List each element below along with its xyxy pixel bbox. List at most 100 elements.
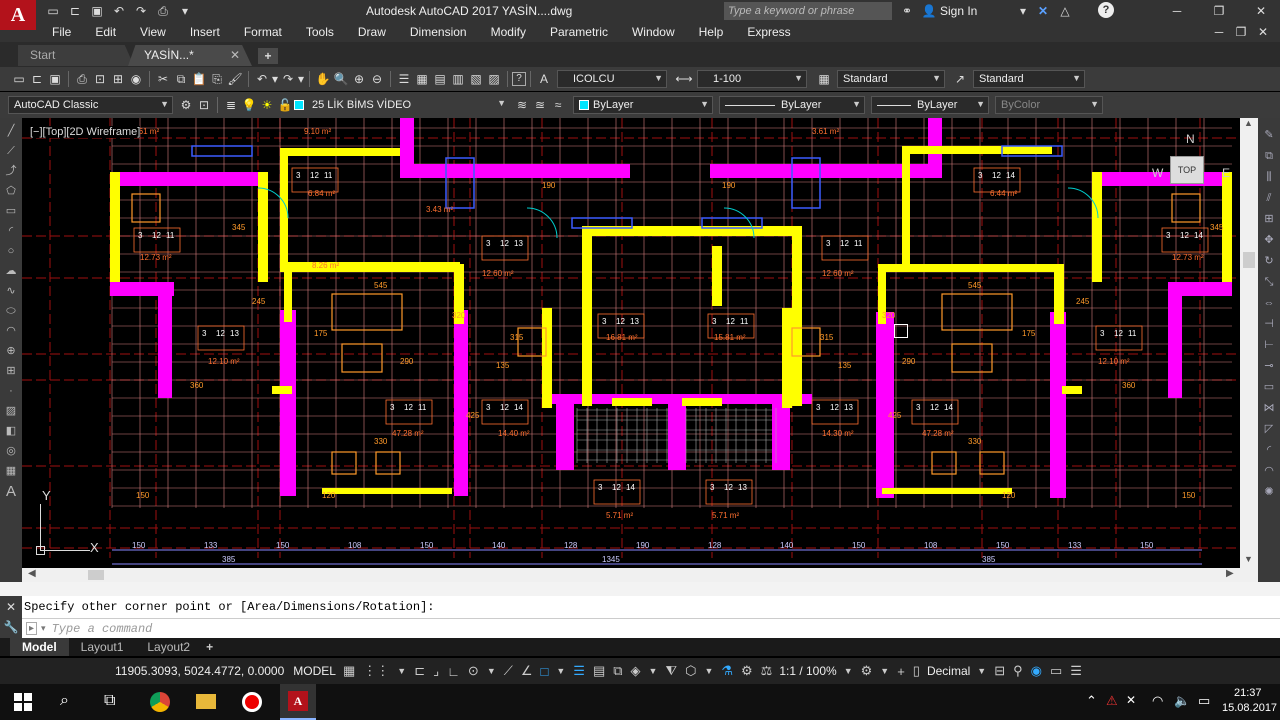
pan-icon[interactable]: ✋ (314, 70, 332, 88)
sign-in-link[interactable]: Sign In (940, 4, 977, 18)
new-tab-button[interactable]: + (258, 48, 278, 64)
publish-icon[interactable]: ⊞ (109, 70, 127, 88)
scale-icon[interactable]: ⤡ (1260, 273, 1278, 291)
redo-dropdown-icon[interactable]: ▾ (297, 70, 305, 88)
lineweight-display-icon[interactable]: ☰ (573, 663, 585, 679)
layer-on-icon[interactable]: 💡 (240, 96, 258, 114)
extend-icon[interactable]: ⊢ (1260, 336, 1278, 354)
region-icon[interactable]: ◎ (2, 442, 20, 460)
menu-express[interactable]: Express (747, 25, 790, 39)
tab-active-drawing[interactable]: YASİN...* ✕ (128, 45, 252, 66)
help-icon[interactable]: ? (1098, 2, 1114, 18)
file-explorer-icon[interactable] (196, 694, 216, 709)
line-icon[interactable]: ╱ (2, 122, 20, 140)
clock-date[interactable]: 15.08.2017 (1222, 702, 1277, 714)
auto-scale-icon[interactable]: ⚙ (741, 663, 753, 679)
array-icon[interactable]: ⊞ (1260, 210, 1278, 228)
add-layout-icon[interactable]: + (206, 640, 213, 654)
annotation-scale-icon[interactable]: ⚖ (761, 663, 773, 679)
construction-line-icon[interactable]: ⟋ (2, 142, 20, 160)
redo-icon[interactable]: ↷ (132, 2, 150, 20)
tab-start[interactable]: Start (18, 45, 134, 66)
windows-start-icon[interactable] (14, 693, 32, 711)
tab-model[interactable]: Model (10, 638, 69, 656)
render-icon[interactable]: ◉ (127, 70, 145, 88)
vertical-scrollbar[interactable]: ▲ ▼ (1240, 118, 1258, 568)
join-icon[interactable]: ⋈ (1260, 399, 1278, 417)
plot-icon[interactable]: ⎙ (154, 2, 172, 20)
chrome-icon[interactable] (150, 692, 170, 712)
table-icon[interactable]: ▦ (2, 462, 20, 480)
tab-layout1[interactable]: Layout1 (69, 640, 136, 654)
ellipse-arc-icon[interactable]: ◠ (2, 322, 20, 340)
clock-time[interactable]: 21:37 (1234, 687, 1262, 699)
markup-icon[interactable]: ▧ (467, 70, 485, 88)
cut-icon[interactable]: ✂ (154, 70, 172, 88)
qnew-icon[interactable]: ▭ (10, 70, 28, 88)
floor-plan[interactable]: 6.61 m² 9.10 m² 3.61 m²12.73 m² 12.73 m²12.… (22, 118, 1240, 568)
dim-style-select[interactable]: 1-100 ▼ (697, 70, 807, 88)
quick-properties-icon[interactable]: ⊟ (994, 663, 1005, 679)
workspace-select[interactable]: AutoCAD Classic ▼ (8, 96, 173, 114)
mleader-style-select[interactable]: Standard ▼ (973, 70, 1085, 88)
layer-lock-icon[interactable]: 🔓 (276, 96, 294, 114)
properties-icon[interactable]: ☰ (395, 70, 413, 88)
menu-window[interactable]: Window (632, 25, 675, 39)
print-icon[interactable]: ⎙ (73, 70, 91, 88)
layer-previous-icon[interactable]: ≊ (531, 96, 549, 114)
polyline-icon[interactable]: ⤴ (2, 162, 20, 180)
layer-state-icon[interactable]: ≈ (549, 96, 567, 114)
search-input[interactable]: Type a keyword or phrase (728, 5, 854, 17)
make-current-layer-icon[interactable]: ≋ (513, 96, 531, 114)
tray-notification-icon[interactable]: ▭ (1198, 693, 1210, 709)
text-style-icon[interactable]: A (535, 70, 553, 88)
open-file-icon[interactable]: ⊏ (28, 70, 46, 88)
autodesk-account-icon[interactable]: △ (1056, 2, 1074, 20)
scroll-up-icon[interactable]: ▲ (1244, 118, 1253, 128)
menu-restore-icon[interactable]: ❐ (1232, 23, 1250, 41)
dim-style-icon[interactable]: ⟷ (675, 70, 693, 88)
model-space-button[interactable]: MODEL (293, 664, 336, 678)
lock-ui-icon[interactable]: ⚲ (1013, 663, 1023, 679)
undo-tb-icon[interactable]: ↶ (253, 70, 271, 88)
quick-access-dropdown-icon[interactable]: ▾ (176, 2, 194, 20)
autocad-taskbar-icon[interactable]: A (280, 684, 316, 720)
tab-close-icon[interactable]: ✕ (230, 48, 240, 62)
menu-minimize-icon[interactable]: ─ (1210, 23, 1228, 41)
tab-layout2[interactable]: Layout2 (135, 640, 202, 654)
transparency-icon[interactable]: ▤ (593, 663, 605, 679)
3d-osnap-dropdown-icon[interactable]: ▼ (649, 666, 658, 676)
snap-dropdown-icon[interactable]: ▼ (397, 666, 406, 676)
coordinates-display[interactable]: 11905.3093, 5024.4772, 0.0000 (115, 664, 284, 678)
tool-palettes-icon[interactable]: ▤ (431, 70, 449, 88)
help-tb-icon[interactable]: ? (512, 72, 526, 86)
isodraft-icon[interactable]: ⟋ (504, 663, 513, 679)
tray-language-icon[interactable]: ✕ (1126, 693, 1136, 707)
menu-format[interactable]: Format (244, 25, 282, 39)
command-customize-icon[interactable]: 🔧 (2, 618, 20, 636)
selection-filter-dropdown-icon[interactable]: ▼ (704, 666, 713, 676)
recorder-icon[interactable] (242, 692, 262, 712)
zoom-previous-icon[interactable]: ⊖ (368, 70, 386, 88)
units-value[interactable]: Decimal (927, 664, 970, 678)
rotate-icon[interactable]: ↻ (1260, 252, 1278, 270)
layer-freeze-icon[interactable]: ☀ (258, 96, 276, 114)
plotstyle-select[interactable]: ByColor ▼ (995, 96, 1103, 114)
menu-close-icon[interactable]: ✕ (1254, 23, 1272, 41)
text-style-select[interactable]: ICOLCU ▼ (557, 70, 667, 88)
paste-icon[interactable]: 📋 (190, 70, 208, 88)
mtext-icon[interactable]: A (2, 482, 20, 500)
drawing-canvas[interactable]: 6.61 m² 9.10 m² 3.61 m² 12.73 m² 12.73 m² 12.… (22, 118, 1240, 568)
redo-tb-icon[interactable]: ↷ (279, 70, 297, 88)
workspace-dropdown-icon[interactable]: ▼ (880, 666, 889, 676)
point-icon[interactable]: · (2, 382, 20, 400)
match-properties-icon[interactable]: 🖌 (226, 70, 244, 88)
lineweight-select[interactable]: ByLayer ▼ (871, 96, 989, 114)
sheet-set-icon[interactable]: ▥ (449, 70, 467, 88)
user-icon[interactable]: 👤 (920, 2, 938, 20)
workspace-clean-icon[interactable]: ⊡ (195, 96, 213, 114)
scale-dropdown-icon[interactable]: ▼ (844, 666, 853, 676)
rectangle-icon[interactable]: ▭ (2, 202, 20, 220)
vertical-scroll-thumb[interactable] (1243, 252, 1255, 268)
menu-modify[interactable]: Modify (491, 25, 526, 39)
